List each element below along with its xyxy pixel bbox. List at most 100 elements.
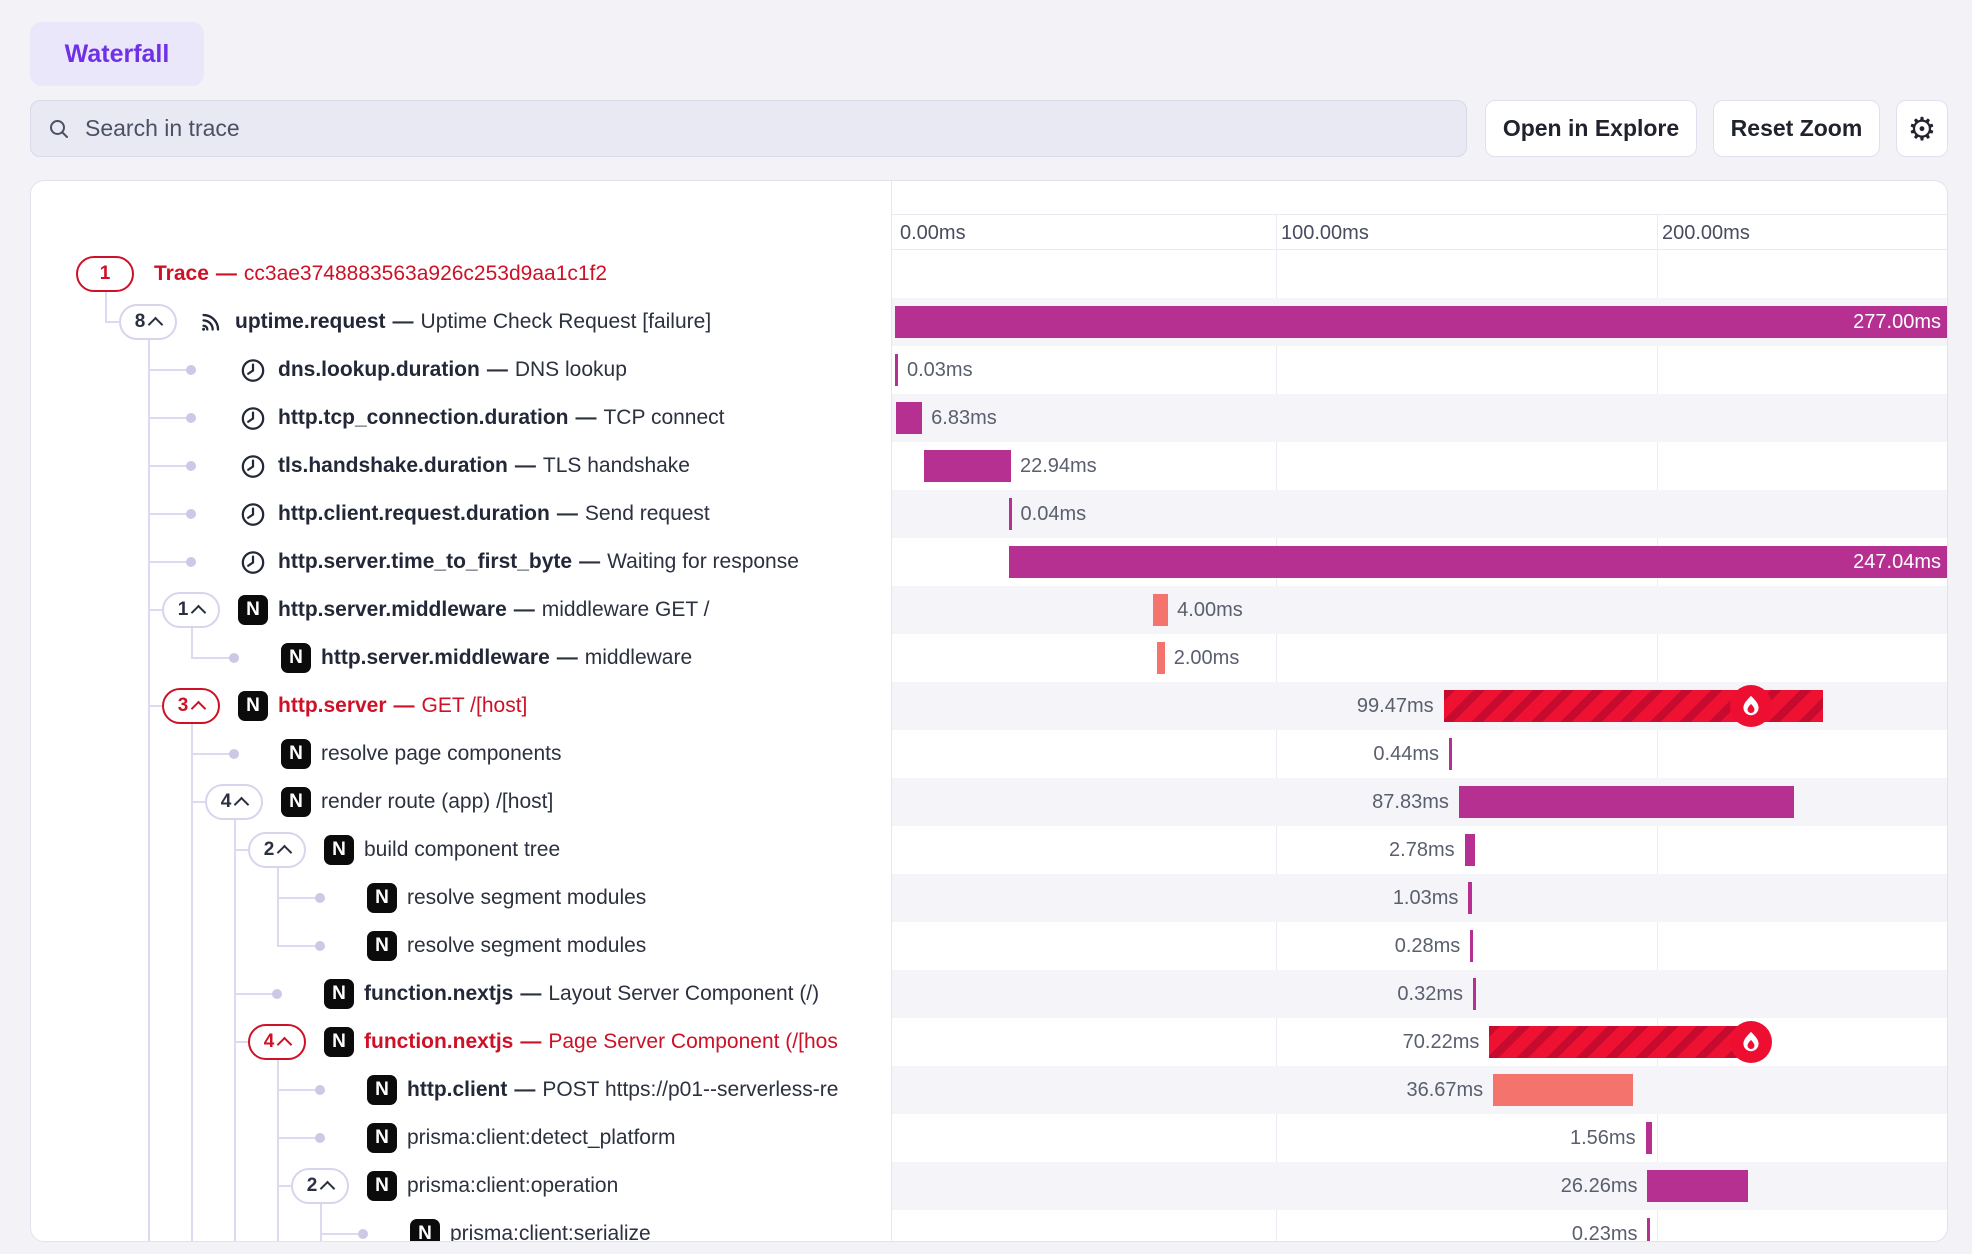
tree-connector bbox=[105, 321, 119, 323]
span-duration-bar[interactable] bbox=[924, 450, 1011, 482]
span-children-pill[interactable]: 8 bbox=[119, 304, 177, 340]
tree-connector bbox=[320, 1233, 363, 1235]
row-stripe bbox=[892, 394, 1948, 442]
span-title: http.server.middleware—middleware bbox=[321, 643, 692, 673]
span-dot bbox=[186, 461, 196, 471]
span-tree-row[interactable]: Nhttp.server.middleware—middleware bbox=[31, 634, 891, 682]
search-bar[interactable] bbox=[30, 100, 1467, 157]
span-children-pill[interactable]: 4 bbox=[248, 1024, 306, 1060]
span-children-pill[interactable]: 1 bbox=[76, 256, 134, 292]
span-tree-row[interactable]: 3Nhttp.server—GET /[host] bbox=[31, 682, 891, 730]
span-dot bbox=[315, 1133, 325, 1143]
span-children-pill[interactable]: 2 bbox=[248, 832, 306, 868]
span-duration-bar[interactable] bbox=[1489, 1026, 1757, 1058]
separator-dash: — bbox=[572, 550, 607, 573]
span-operation: tls.handshake.duration bbox=[278, 454, 508, 477]
span-tree-row[interactable]: 4Nfunction.nextjs—Page Server Component … bbox=[31, 1018, 891, 1066]
search-input[interactable] bbox=[83, 114, 1450, 143]
span-duration-bar[interactable] bbox=[1153, 594, 1168, 626]
span-duration-bar[interactable]: 277.00ms bbox=[895, 306, 1948, 338]
span-duration-bar[interactable] bbox=[1647, 1170, 1747, 1202]
pill-count: 2 bbox=[307, 1175, 318, 1197]
span-duration-bar[interactable] bbox=[1647, 1218, 1650, 1242]
separator-dash: — bbox=[568, 406, 603, 429]
span-duration-bar[interactable] bbox=[1449, 738, 1452, 770]
span-title: prisma:client:detect_platform bbox=[407, 1123, 675, 1153]
span-tree-row[interactable]: dns.lookup.duration—DNS lookup bbox=[31, 346, 891, 394]
span-tree-row[interactable]: Nresolve segment modules bbox=[31, 922, 891, 970]
span-tree-row[interactable]: 2Nprisma:client:operation bbox=[31, 1162, 891, 1210]
span-children-pill[interactable]: 2 bbox=[291, 1168, 349, 1204]
span-tree-row[interactable]: Nhttp.client—POST https://p01--serverles… bbox=[31, 1066, 891, 1114]
reset-zoom-button[interactable]: Reset Zoom bbox=[1713, 100, 1880, 157]
span-tree-row[interactable]: Nresolve segment modules bbox=[31, 874, 891, 922]
fire-icon[interactable] bbox=[1730, 1021, 1772, 1063]
span-duration-bar[interactable] bbox=[1465, 834, 1476, 866]
timeline-tick: 0.00ms bbox=[900, 219, 966, 247]
span-duration-bar[interactable] bbox=[1470, 930, 1473, 962]
span-duration-bar[interactable]: 247.04ms bbox=[1009, 546, 1948, 578]
span-tree-row[interactable]: 1Nhttp.server.middleware—middleware GET … bbox=[31, 586, 891, 634]
span-tree-row[interactable]: http.server.time_to_first_byte—Waiting f… bbox=[31, 538, 891, 586]
span-duration-bar[interactable] bbox=[1493, 1074, 1633, 1106]
span-dot bbox=[186, 557, 196, 567]
span-operation: resolve segment modules bbox=[407, 934, 646, 957]
span-tree-row[interactable]: 4Nrender route (app) /[host] bbox=[31, 778, 891, 826]
nextjs-icon: N bbox=[238, 595, 268, 625]
span-description: GET /[host] bbox=[422, 694, 528, 717]
span-tree-row[interactable]: 8uptime.request—Uptime Check Request [fa… bbox=[31, 298, 891, 346]
span-tree-row[interactable]: 1Trace—cc3ae3748883563a926c253d9aa1c1f2 bbox=[31, 250, 891, 298]
timeline-tick: 100.00ms bbox=[1281, 219, 1369, 247]
clock-icon bbox=[238, 355, 268, 385]
span-description: TCP connect bbox=[603, 406, 724, 429]
pill-count: 3 bbox=[178, 695, 189, 717]
duration-label: 4.00ms bbox=[1177, 594, 1243, 626]
span-dot bbox=[186, 413, 196, 423]
span-operation: prisma:client:serialize bbox=[450, 1222, 651, 1242]
fire-icon[interactable] bbox=[1730, 685, 1772, 727]
tab-waterfall[interactable]: Waterfall bbox=[30, 22, 204, 86]
span-duration-bar[interactable] bbox=[896, 402, 922, 434]
span-duration-bar[interactable] bbox=[1646, 1122, 1652, 1154]
span-duration-bar[interactable] bbox=[1157, 642, 1165, 674]
span-duration-bar[interactable] bbox=[895, 354, 898, 386]
tree-connector bbox=[148, 417, 191, 419]
chevron-up-icon bbox=[234, 797, 250, 813]
duration-label: 36.67ms bbox=[1406, 1074, 1483, 1106]
span-tree-row[interactable]: Nresolve page components bbox=[31, 730, 891, 778]
tree-connector bbox=[148, 369, 191, 371]
span-title: http.server.middleware—middleware GET / bbox=[278, 595, 709, 625]
span-tree-row[interactable]: http.tcp_connection.duration—TCP connect bbox=[31, 394, 891, 442]
tree-connector bbox=[234, 1041, 248, 1043]
span-children-pill[interactable]: 3 bbox=[162, 688, 220, 724]
chevron-up-icon bbox=[191, 701, 207, 717]
span-children-pill[interactable]: 1 bbox=[162, 592, 220, 628]
duration-label: 0.23ms bbox=[1572, 1218, 1638, 1242]
span-tree-row[interactable]: Nprisma:client:serialize bbox=[31, 1210, 891, 1242]
settings-button[interactable]: ⚙ bbox=[1896, 100, 1948, 157]
span-operation: build component tree bbox=[364, 838, 560, 861]
duration-label: 99.47ms bbox=[1357, 690, 1434, 722]
span-dot bbox=[229, 653, 239, 663]
span-duration-bar[interactable] bbox=[1009, 498, 1012, 530]
tree-connector bbox=[234, 849, 248, 851]
span-tree-row[interactable]: Nprisma:client:detect_platform bbox=[31, 1114, 891, 1162]
span-tree-row[interactable]: tls.handshake.duration—TLS handshake bbox=[31, 442, 891, 490]
span-tree-row[interactable]: 2Nbuild component tree bbox=[31, 826, 891, 874]
span-operation: render route (app) /[host] bbox=[321, 790, 553, 813]
span-duration-bar[interactable] bbox=[1468, 882, 1472, 914]
span-tree-row[interactable]: Nfunction.nextjs—Layout Server Component… bbox=[31, 970, 891, 1018]
span-children-pill[interactable]: 4 bbox=[205, 784, 263, 820]
duration-label: 6.83ms bbox=[931, 402, 997, 434]
row-stripe bbox=[892, 586, 1948, 634]
span-duration-bar[interactable] bbox=[1473, 978, 1476, 1010]
span-dot bbox=[229, 749, 239, 759]
span-tree-row[interactable]: http.client.request.duration—Send reques… bbox=[31, 490, 891, 538]
span-title: resolve segment modules bbox=[407, 883, 646, 913]
span-title: function.nextjs—Layout Server Component … bbox=[364, 979, 819, 1009]
span-duration-bar[interactable] bbox=[1459, 786, 1794, 818]
span-title: build component tree bbox=[364, 835, 560, 865]
duration-label: 0.44ms bbox=[1373, 738, 1439, 770]
open-in-explore-button[interactable]: Open in Explore bbox=[1485, 100, 1697, 157]
tab-waterfall-label: Waterfall bbox=[65, 40, 170, 69]
